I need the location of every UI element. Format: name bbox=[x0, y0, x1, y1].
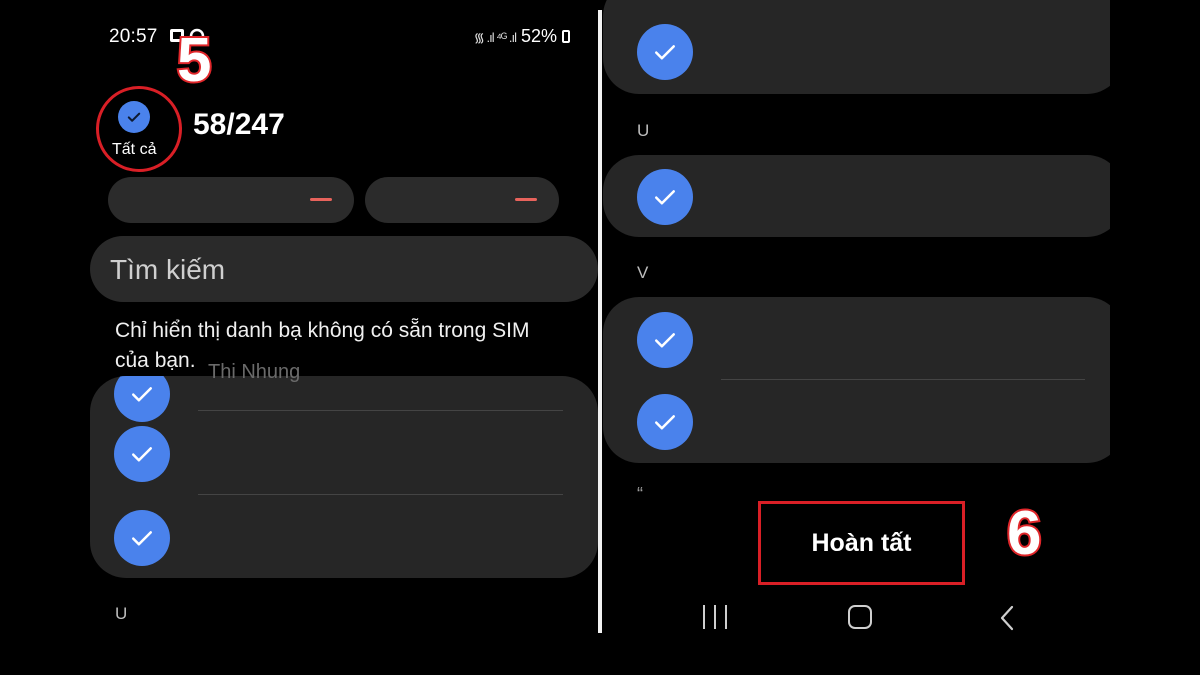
step-5-annotation: 5 bbox=[175, 26, 214, 95]
select-all-label: Tất cả bbox=[112, 141, 157, 158]
filter-chip-1[interactable] bbox=[108, 177, 354, 223]
done-button-highlight[interactable]: Hoàn tất bbox=[758, 501, 965, 585]
contact-checkbox[interactable] bbox=[114, 510, 170, 566]
checkmark-icon bbox=[655, 333, 675, 348]
contact-checkbox[interactable] bbox=[114, 426, 170, 482]
status-time: 20:57 bbox=[109, 26, 158, 47]
checkmark-icon bbox=[132, 387, 152, 402]
step-6-annotation: 6 bbox=[1005, 499, 1044, 568]
battery-percent: 52% bbox=[520, 26, 557, 46]
search-field[interactable]: Tìm kiếm bbox=[90, 236, 598, 302]
section-header: U bbox=[637, 121, 650, 140]
selected-count: 58/247 bbox=[193, 108, 285, 141]
list-divider bbox=[721, 379, 1085, 380]
done-button[interactable]: Hoàn tất bbox=[761, 504, 962, 582]
filter-chip-2[interactable] bbox=[365, 177, 559, 223]
contact-list-card bbox=[90, 376, 598, 578]
sim-info-text: Chỉ hiển thị danh bạ không có sẵn trong … bbox=[115, 319, 530, 372]
signal-icon: ᯾ .ıl ⁴ᴳ .ıl bbox=[473, 29, 517, 45]
contact-checkbox[interactable] bbox=[637, 312, 693, 368]
checkmark-icon bbox=[655, 190, 675, 205]
panel-divider bbox=[598, 10, 602, 633]
checkmark-icon bbox=[655, 45, 675, 60]
remove-icon bbox=[310, 198, 332, 201]
contact-checkbox[interactable] bbox=[114, 376, 170, 422]
section-header: V bbox=[637, 263, 649, 282]
contact-card bbox=[603, 297, 1110, 463]
right-phone-screen: U V “ Hoàn tất 6 bbox=[603, 0, 1110, 675]
section-header: U bbox=[115, 604, 128, 623]
battery-icon bbox=[562, 30, 570, 43]
section-header: “ bbox=[637, 484, 643, 504]
contact-checkbox[interactable] bbox=[637, 24, 693, 80]
list-divider bbox=[198, 410, 563, 411]
checkmark-icon bbox=[132, 447, 152, 462]
contact-card bbox=[603, 155, 1110, 237]
home-icon[interactable] bbox=[848, 605, 872, 629]
status-bar-right: ᯾ .ıl ⁴ᴳ .ıl 52% bbox=[474, 26, 570, 47]
checkmark-icon bbox=[127, 112, 141, 122]
left-phone-screen: 20:57 ᯾ .ıl ⁴ᴳ .ıl 52% 5 Tất cả 58/247 T… bbox=[90, 0, 598, 675]
contact-checkbox[interactable] bbox=[637, 394, 693, 450]
contact-checkbox[interactable] bbox=[637, 169, 693, 225]
list-divider bbox=[198, 494, 563, 495]
checkmark-icon bbox=[655, 415, 675, 430]
back-icon[interactable] bbox=[999, 605, 1015, 631]
search-placeholder: Tìm kiếm bbox=[110, 254, 226, 285]
select-all-checkbox[interactable] bbox=[118, 101, 150, 133]
remove-icon bbox=[515, 198, 537, 201]
contact-card bbox=[603, 0, 1110, 94]
checkmark-icon bbox=[132, 531, 152, 546]
recent-apps-icon[interactable] bbox=[703, 605, 727, 629]
